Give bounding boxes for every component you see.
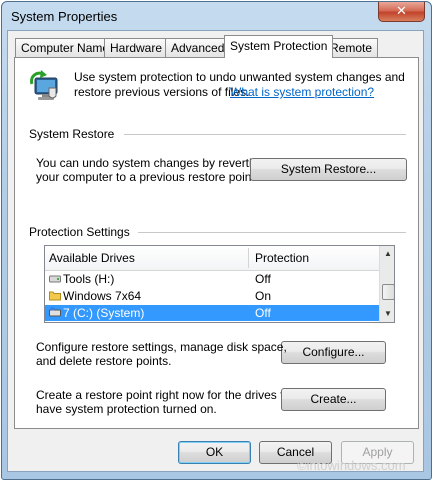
drive-row-tools[interactable]: Tools (H:) Off	[45, 271, 379, 287]
create-text-1: Create a restore point right now for the…	[36, 388, 301, 402]
watermark: ©intowindows.com	[297, 458, 406, 473]
create-button[interactable]: Create...	[281, 388, 386, 411]
configure-text-2: and delete restore points.	[36, 354, 172, 368]
protection-settings-heading: Protection Settings	[29, 225, 130, 239]
tab-system-protection[interactable]: System Protection	[224, 35, 334, 58]
close-button[interactable]: ✕	[378, 2, 425, 22]
drives-list-header: Available Drives Protection	[45, 246, 379, 271]
scroll-up-arrow-icon[interactable]: ▲	[380, 246, 394, 262]
tab-hardware[interactable]: Hardware	[104, 38, 169, 57]
system-restore-divider	[124, 134, 406, 135]
intro-text-2: restore previous versions of files.	[74, 85, 250, 99]
drive-row-system-c[interactable]: 7 (C:) (System) Off	[45, 305, 379, 321]
system-restore-heading: System Restore	[29, 127, 115, 141]
system-restore-button[interactable]: System Restore...	[250, 158, 407, 181]
window-title: System Properties	[11, 9, 118, 24]
drive-row-windows-7x64[interactable]: Windows 7x64 On	[45, 288, 379, 304]
system-restore-text-1: You can undo system changes by reverting	[36, 156, 266, 170]
protection-settings-divider	[138, 232, 406, 233]
system-protection-icon	[30, 70, 58, 100]
folder-drive-icon	[49, 291, 61, 301]
system-restore-text-2: your computer to a previous restore poin…	[36, 170, 259, 184]
column-header-available-drives[interactable]: Available Drives	[49, 251, 135, 265]
column-header-protection[interactable]: Protection	[255, 251, 309, 265]
drive-name: Windows 7x64	[63, 289, 142, 303]
available-drives-list[interactable]: Available Drives Protection Tools (H:) O…	[44, 245, 395, 323]
create-text-2: have system protection turned on.	[36, 402, 217, 416]
drive-name: 7 (C:) (System)	[63, 306, 145, 320]
scroll-thumb[interactable]	[382, 284, 394, 300]
scroll-down-arrow-icon[interactable]: ▼	[380, 306, 394, 322]
tab-computer-name[interactable]: Computer Name	[15, 38, 116, 57]
intro-text-1: Use system protection to undo unwanted s…	[74, 70, 405, 84]
tab-advanced[interactable]: Advanced	[165, 38, 231, 57]
drive-protection-status: Off	[255, 306, 271, 320]
configure-text-1: Configure restore settings, manage disk …	[36, 340, 287, 354]
drive-icon	[49, 275, 61, 283]
drive-protection-status: Off	[255, 272, 271, 286]
close-icon: ✕	[396, 3, 407, 18]
drive-protection-status: On	[255, 289, 272, 303]
drive-name: Tools (H:)	[63, 272, 115, 286]
what-is-system-protection-link[interactable]: What is system protection?	[230, 85, 374, 99]
tab-panel-system-protection: Use system protection to undo unwanted s…	[14, 57, 419, 429]
ok-button[interactable]: OK	[178, 441, 251, 464]
system-drive-icon	[49, 307, 61, 317]
drives-list-scrollbar[interactable]: ▲ ▼	[379, 246, 394, 322]
configure-button[interactable]: Configure...	[281, 341, 386, 364]
